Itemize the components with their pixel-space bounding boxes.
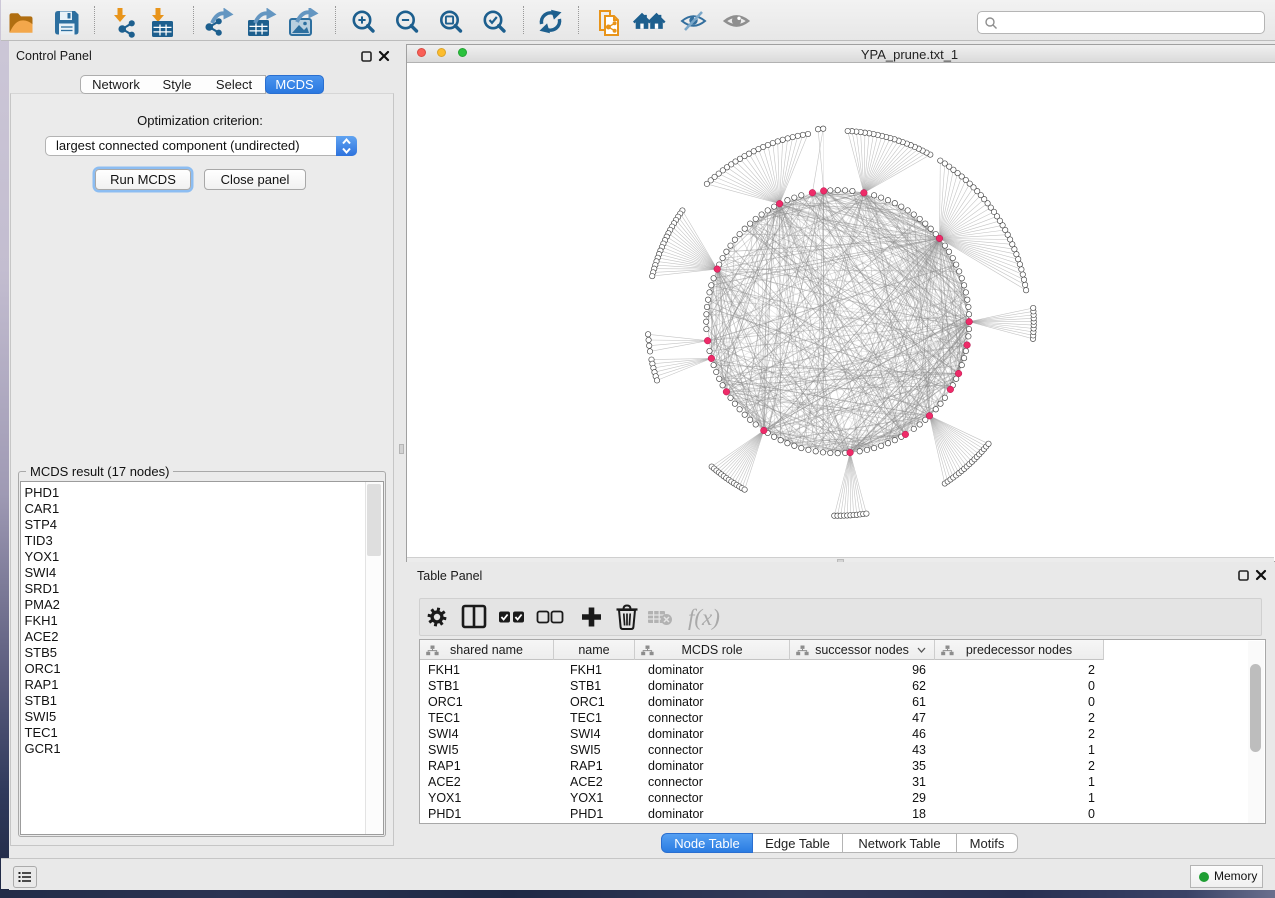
- svg-text:f(x): f(x): [688, 605, 720, 630]
